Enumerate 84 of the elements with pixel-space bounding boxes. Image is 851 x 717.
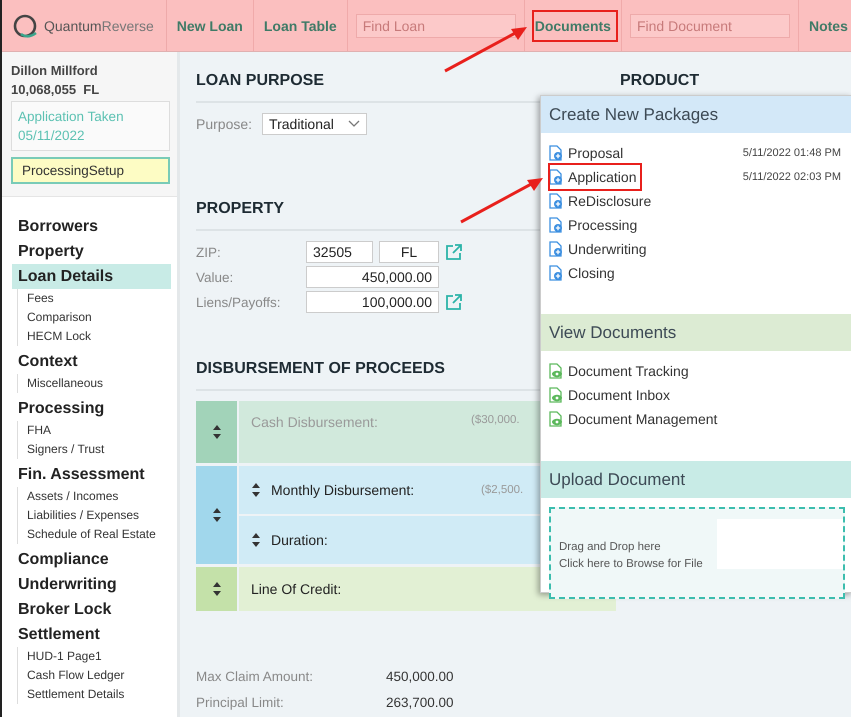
- menu-item[interactable]: Closing: [549, 262, 615, 284]
- sidebar-item[interactable]: Compliance: [12, 547, 171, 572]
- sidebar-subitem[interactable]: HECM Lock: [18, 327, 171, 346]
- row-label: Line Of Credit:: [251, 581, 342, 597]
- document-add-icon: [549, 241, 563, 257]
- sidebar-item[interactable]: Processing: [12, 396, 171, 421]
- purpose-dropdown[interactable]: Traditional: [262, 113, 367, 135]
- sidebar-subitem[interactable]: Liabilities / Expenses: [18, 506, 171, 525]
- sidebar-subitem[interactable]: Fees: [18, 289, 171, 308]
- field-label: Liens/Payoffs:: [196, 294, 282, 310]
- field-label: Purpose:: [196, 116, 252, 132]
- sidebar-item[interactable]: Loan Details: [12, 264, 171, 289]
- menu-item[interactable]: Underwriting: [549, 238, 647, 260]
- sort-icon: [251, 532, 261, 548]
- sidebar-subitem[interactable]: Schedule of Real Estate: [18, 525, 171, 544]
- amount-text: ($2,500.: [481, 484, 524, 496]
- drag-handle[interactable]: [196, 567, 237, 611]
- chevron-down-icon: [348, 120, 360, 128]
- field-label: ZIP:: [196, 244, 222, 260]
- search-field[interactable]: Find Loan: [356, 14, 516, 38]
- menu-item[interactable]: Document Management: [549, 408, 718, 430]
- search-field[interactable]: Find Document: [630, 14, 790, 38]
- sidebar-item[interactable]: Settlement: [12, 622, 171, 647]
- drop-zone[interactable]: Drag and Drop here Click here to Browse for File: [549, 507, 845, 599]
- sidebar-subitem[interactable]: Comparison: [18, 308, 171, 327]
- sidebar-item[interactable]: Fin. Assessment: [12, 462, 171, 487]
- menu-item[interactable]: Proposal: [549, 142, 624, 164]
- stage-badge: ProcessingSetup: [11, 157, 170, 184]
- sidebar-item[interactable]: Broker Lock: [12, 597, 171, 622]
- menu-section-header: View Documents: [541, 314, 851, 351]
- hint-text: Drag and Drop here: [559, 540, 662, 555]
- sidebar-subitem[interactable]: Miscellaneous: [18, 374, 171, 393]
- row-label: Duration:: [271, 532, 329, 548]
- sidebar-item[interactable]: Borrowers: [12, 214, 171, 239]
- field-value: 450,000.00: [386, 668, 454, 686]
- menu-item[interactable]: Application: [549, 166, 636, 188]
- document-view-icon: [549, 411, 563, 427]
- status-text: Application Taken: [18, 108, 125, 126]
- sidebar-subitem[interactable]: Signers / Trust: [18, 440, 171, 459]
- sidebar-item[interactable]: Property: [12, 239, 171, 264]
- sidebar-subitem[interactable]: FHA: [18, 421, 171, 440]
- sidebar-item[interactable]: Underwriting: [12, 572, 171, 597]
- document-view-icon: [549, 387, 563, 403]
- input-field[interactable]: 100,000.00: [306, 291, 439, 313]
- sort-icon: [251, 482, 261, 498]
- document-add-icon: [549, 169, 563, 185]
- sidebar-subitem[interactable]: Cash Flow Ledger: [18, 666, 171, 685]
- document-view-icon: [549, 363, 563, 379]
- timestamp: 5/11/2022 02:03 PM: [742, 171, 842, 183]
- row-label: Monthly Disbursement:: [271, 482, 416, 498]
- field-value: 263,700.00: [386, 694, 454, 712]
- status-date: 05/11/2022: [18, 127, 86, 145]
- menu-section-header: Create New Packages: [541, 96, 851, 133]
- sidebar-subitem[interactable]: Settlement Details: [18, 685, 171, 704]
- document-add-icon: [549, 193, 563, 209]
- sidebar-subitem[interactable]: HUD-1 Page1: [18, 647, 171, 666]
- input-field[interactable]: 450,000.00: [306, 266, 439, 288]
- loan-number: 10,068,055 FL: [11, 81, 100, 99]
- amount-text: ($30,000.: [471, 414, 520, 426]
- row-label: Cash Disbursement:: [251, 414, 379, 430]
- menu-item[interactable]: Processing: [549, 214, 638, 236]
- menu-item[interactable]: ReDisclosure: [549, 190, 652, 212]
- sidebar-item[interactable]: Context: [12, 349, 171, 374]
- field-label: Max Claim Amount:: [196, 668, 314, 686]
- borrower-name: Dillon Millford: [11, 62, 99, 80]
- hint-text: Click here to Browse for File: [559, 557, 704, 572]
- sort-icon: [212, 507, 222, 523]
- external-link-icon: [445, 293, 463, 311]
- external-link-icon: [445, 243, 463, 261]
- document-add-icon: [549, 145, 563, 161]
- drag-handle[interactable]: [196, 466, 237, 564]
- field-label: Value:: [196, 270, 234, 284]
- document-add-icon: [549, 265, 563, 281]
- timestamp: 5/11/2022 01:48 PM: [742, 147, 842, 159]
- logo-icon: [12, 12, 38, 38]
- input-field[interactable]: 32505: [306, 241, 373, 263]
- sort-icon: [212, 424, 222, 440]
- sidebar-subitem[interactable]: Assets / Incomes: [18, 487, 171, 506]
- field-label: Principal Limit:: [196, 694, 285, 712]
- document-add-icon: [549, 217, 563, 233]
- sort-icon: [212, 581, 222, 597]
- input-field[interactable]: FL: [379, 241, 439, 263]
- logo-text: QuantumReverse: [44, 18, 154, 34]
- menu-section-header: Upload Document: [541, 461, 851, 498]
